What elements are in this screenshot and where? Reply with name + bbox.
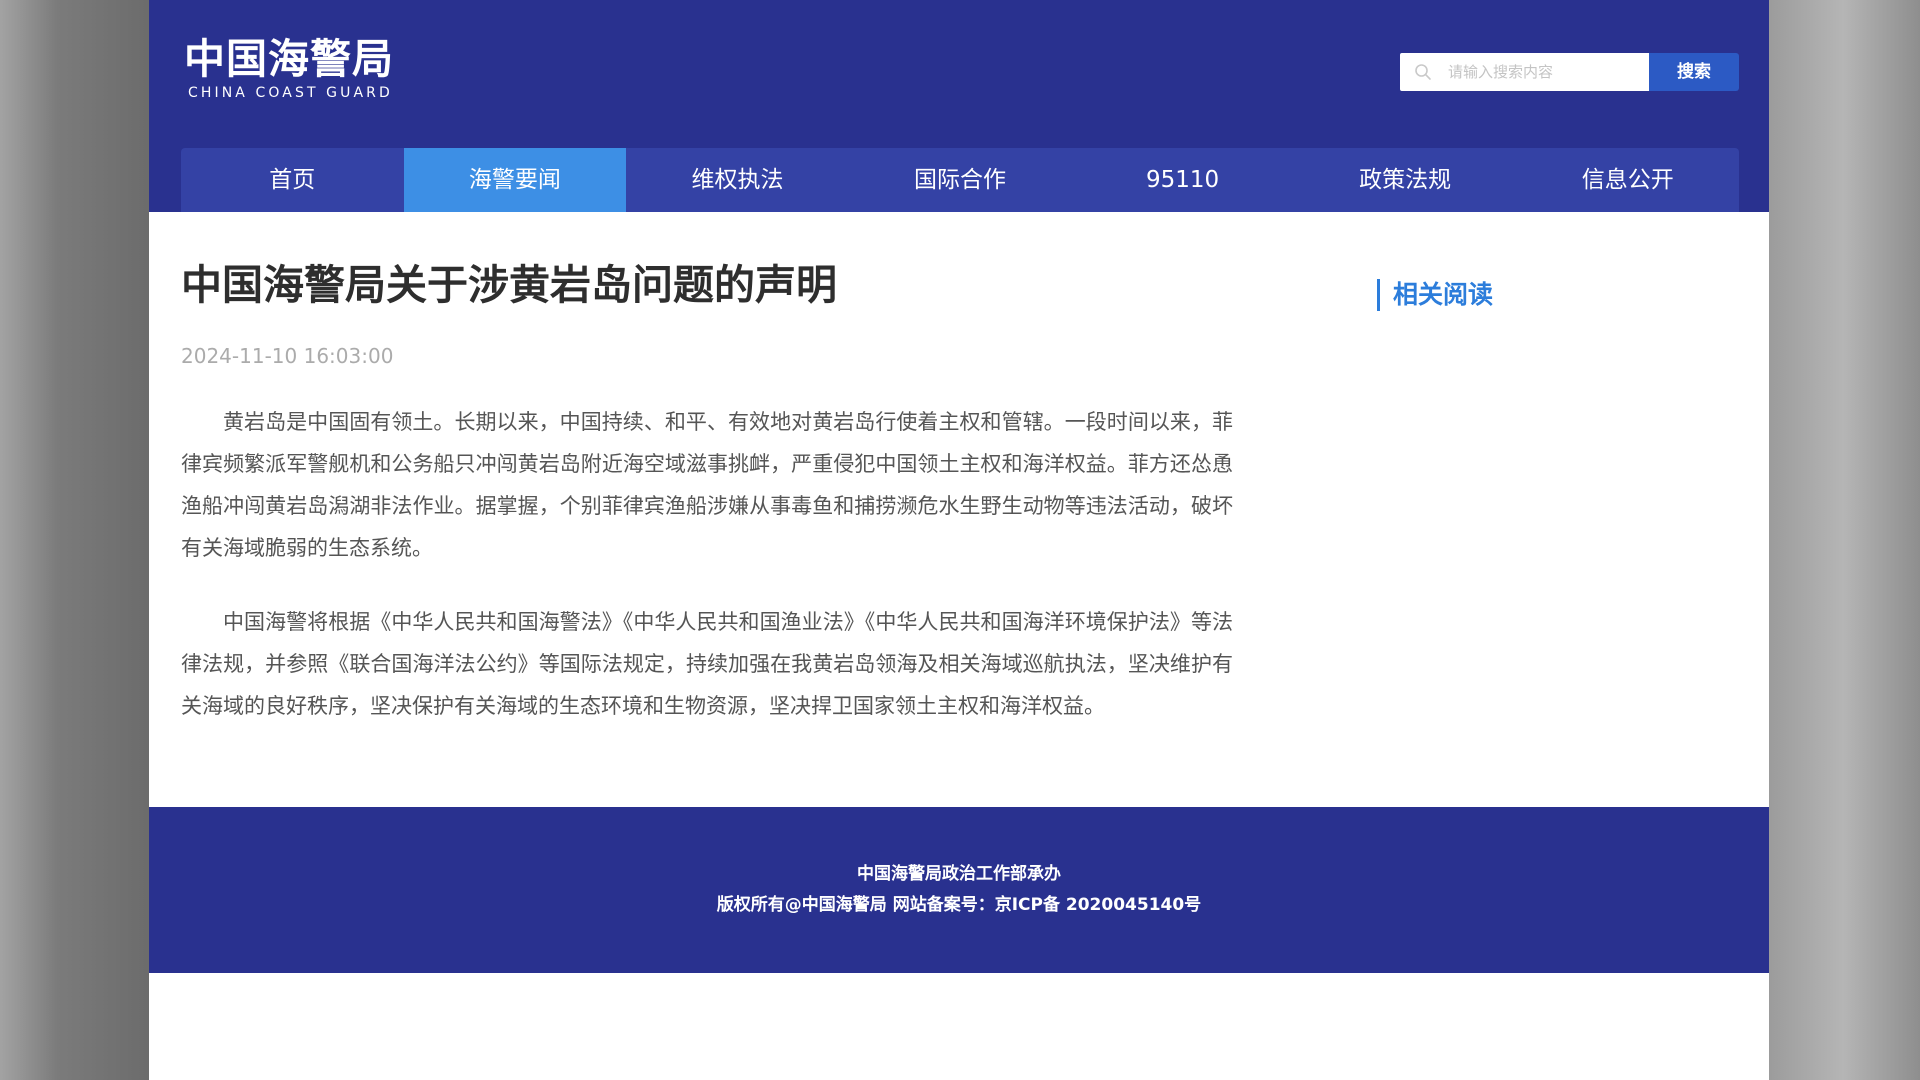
logo-english-text: CHINA COAST GUARD [188, 85, 393, 101]
logo-chinese-text: 中国海警局 [184, 35, 394, 83]
nav-item-disclosure[interactable]: 信息公开 [1516, 148, 1739, 212]
site-footer: 中国海警局政治工作部承办 版权所有@中国海警局 网站备案号：京ICP备 2020… [149, 807, 1769, 973]
main-nav: 首页 海警要闻 维权执法 国际合作 95110 政策法规 信息公开 [181, 148, 1739, 212]
site-logo[interactable]: 中国海警局 CHINA COAST GUARD [184, 36, 394, 102]
search-button[interactable]: 搜索 [1649, 53, 1739, 91]
search-icon [1415, 64, 1431, 80]
search-bar: 搜索 [1400, 53, 1739, 91]
nav-item-news[interactable]: 海警要闻 [403, 148, 627, 212]
footer-copyright: 版权所有@中国海警局 网站备案号：京ICP备 2020045140号 [716, 895, 1202, 915]
content-area: 中国海警局关于涉黄岩岛问题的声明 2024-11-10 16:03:00 黄岩岛… [149, 212, 1769, 807]
article: 中国海警局关于涉黄岩岛问题的声明 2024-11-10 16:03:00 黄岩岛… [181, 212, 1233, 727]
footer-organizer: 中国海警局政治工作部承办 [857, 864, 1061, 884]
page: 中国海警局 CHINA COAST GUARD 搜索 首页 海警要闻 维权执法 … [149, 0, 1769, 1080]
nav-item-home[interactable]: 首页 [181, 148, 404, 212]
nav-item-law-enforcement[interactable]: 维权执法 [626, 148, 849, 212]
search-input[interactable] [1448, 53, 1643, 91]
related-reading-sidebar: 相关阅读 [1377, 279, 1493, 311]
nav-item-policies[interactable]: 政策法规 [1294, 148, 1517, 212]
nav-item-international-cooperation[interactable]: 国际合作 [849, 148, 1072, 212]
nav-item-hotline[interactable]: 95110 [1071, 148, 1294, 212]
article-date: 2024-11-10 16:03:00 [181, 344, 394, 368]
search-box [1400, 53, 1649, 91]
article-paragraph: 中国海警将根据《中华人民共和国海警法》《中华人民共和国渔业法》《中华人民共和国海… [181, 610, 1233, 718]
article-paragraph: 黄岩岛是中国固有领土。长期以来，中国持续、和平、有效地对黄岩岛行使着主权和管辖。… [181, 410, 1233, 560]
related-reading-heading: 相关阅读 [1377, 279, 1493, 311]
site-header: 中国海警局 CHINA COAST GUARD 搜索 首页 海警要闻 维权执法 … [149, 0, 1769, 212]
article-title: 中国海警局关于涉黄岩岛问题的声明 [181, 261, 837, 309]
